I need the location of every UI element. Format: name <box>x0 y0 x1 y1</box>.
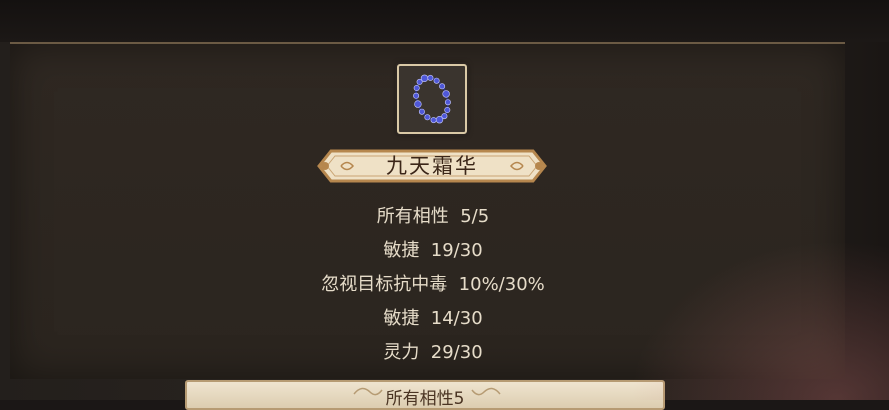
blue-bead-bracelet-icon <box>413 74 451 124</box>
next-item-plate[interactable]: 所有相性5 <box>185 380 665 410</box>
bead <box>418 108 425 115</box>
bead <box>424 114 431 121</box>
item-name-plate: 九天霜华 <box>313 145 551 187</box>
bead <box>444 99 451 106</box>
bead <box>433 77 440 84</box>
item-icon-slot[interactable] <box>397 64 467 134</box>
stat-name: 敏捷 <box>383 240 420 261</box>
swirl-ornament-icon <box>471 387 501 396</box>
top-bar <box>0 0 889 42</box>
item-name: 九天霜华 <box>386 154 478 178</box>
stat-name: 忽视目标抗中毒 <box>321 274 448 295</box>
stat-line: 敏捷 14/30 <box>283 305 583 339</box>
stat-line: 敏捷 19/30 <box>283 237 583 271</box>
background-glow <box>629 240 889 400</box>
stat-name: 灵力 <box>383 342 420 363</box>
bead <box>413 84 420 91</box>
bead <box>435 115 444 124</box>
stat-line: 灵力 29/30 <box>283 339 583 373</box>
bead <box>413 92 420 99</box>
stat-value: 5/5 <box>460 206 490 227</box>
stat-value: 14/30 <box>430 308 483 329</box>
stat-value: 29/30 <box>430 342 483 363</box>
stat-line: 所有相性 5/5 <box>283 203 583 237</box>
bead <box>442 90 450 98</box>
bead <box>427 74 434 81</box>
next-item-label: 所有相性5 <box>385 389 465 409</box>
bead <box>444 106 451 113</box>
bead <box>430 117 437 124</box>
stat-value: 10%/30% <box>458 274 545 295</box>
stat-name: 所有相性 <box>376 206 449 227</box>
bead <box>420 74 429 82</box>
stat-value: 19/30 <box>430 240 483 261</box>
stat-line: 忽视目标抗中毒 10%/30% <box>283 271 583 305</box>
stats-list: 所有相性 5/5 敏捷 19/30 忽视目标抗中毒 10%/30% 敏捷 14/… <box>283 203 583 373</box>
bead <box>414 100 422 108</box>
stat-name: 敏捷 <box>383 308 420 329</box>
bead <box>439 83 446 90</box>
